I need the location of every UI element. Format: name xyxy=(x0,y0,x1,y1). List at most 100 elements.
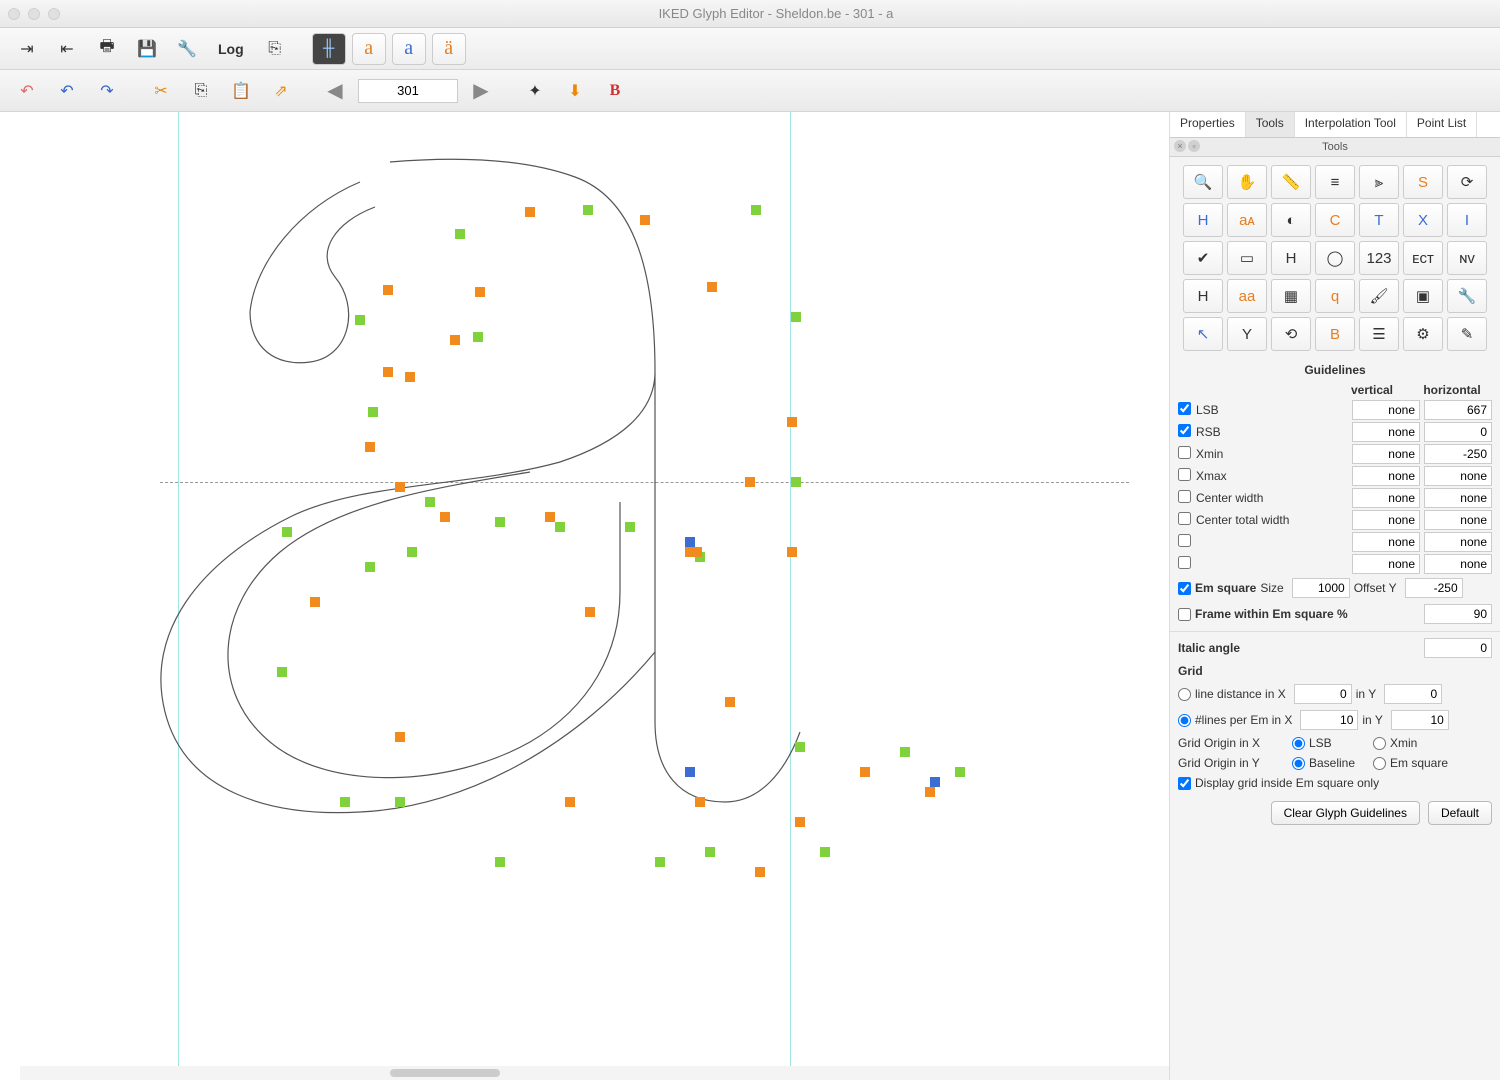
control-point[interactable] xyxy=(473,332,483,342)
zoom-icon[interactable] xyxy=(48,8,60,20)
tool-h-bold[interactable]: H xyxy=(1271,241,1311,275)
tool-h-red[interactable]: H xyxy=(1183,279,1223,313)
italic-angle-input[interactable] xyxy=(1424,638,1492,658)
clear-guidelines-button[interactable]: Clear Glyph Guidelines xyxy=(1271,801,1420,825)
control-point[interactable] xyxy=(745,477,755,487)
link-icon[interactable]: ⇗ xyxy=(264,75,298,107)
tab-properties[interactable]: Properties xyxy=(1170,112,1246,137)
tool-h-italic[interactable]: H xyxy=(1183,203,1223,237)
tool-refresh[interactable]: ⟲ xyxy=(1271,317,1311,351)
tool-frame[interactable]: ▣ xyxy=(1403,279,1443,313)
guideline-h-input[interactable] xyxy=(1424,400,1492,420)
tool-bars[interactable]: ☰ xyxy=(1359,317,1399,351)
grid-origin-y-em-radio[interactable] xyxy=(1373,757,1386,770)
save-icon[interactable]: 💾 xyxy=(130,33,164,65)
control-point[interactable] xyxy=(705,847,715,857)
control-point[interactable] xyxy=(310,597,320,607)
control-point[interactable] xyxy=(695,797,705,807)
control-point[interactable] xyxy=(725,697,735,707)
tool-rect[interactable]: ▭ xyxy=(1227,241,1267,275)
tool-c-shape[interactable]: C xyxy=(1315,203,1355,237)
export-icon[interactable]: ⇤ xyxy=(50,33,84,65)
settings-icon[interactable]: 🔧 xyxy=(170,33,204,65)
control-point[interactable] xyxy=(440,512,450,522)
control-point[interactable] xyxy=(565,797,575,807)
guideline-h-input[interactable] xyxy=(1424,488,1492,508)
control-point[interactable] xyxy=(475,287,485,297)
tab-interpolation[interactable]: Interpolation Tool xyxy=(1295,112,1407,137)
glyph-a-orange-icon[interactable]: a xyxy=(352,33,386,65)
undo-blue-icon[interactable]: ↶ xyxy=(50,75,84,107)
control-point[interactable] xyxy=(655,857,665,867)
tool-brush[interactable]: 🖌 xyxy=(1359,279,1399,313)
redo-blue-icon[interactable]: ↷ xyxy=(90,75,124,107)
control-point[interactable] xyxy=(787,417,797,427)
bold-b-icon[interactable]: B xyxy=(598,75,632,107)
guideline-h-input[interactable] xyxy=(1424,554,1492,574)
control-point[interactable] xyxy=(585,607,595,617)
tool-pencil[interactable]: ✎ xyxy=(1447,317,1487,351)
tab-tools[interactable]: Tools xyxy=(1246,112,1295,137)
control-point[interactable] xyxy=(340,797,350,807)
glyph-number-input[interactable] xyxy=(358,79,458,103)
apply-layer-icon[interactable]: ⬇ xyxy=(558,75,592,107)
control-point[interactable] xyxy=(625,522,635,532)
guideline-checkbox[interactable] xyxy=(1178,468,1191,481)
control-point[interactable] xyxy=(405,372,415,382)
control-point[interactable] xyxy=(395,732,405,742)
tool-gear[interactable]: ⚙ xyxy=(1403,317,1443,351)
grid-linesPerEm-y-input[interactable] xyxy=(1391,710,1449,730)
guideline-checkbox[interactable] xyxy=(1178,424,1191,437)
tool-hierarchy[interactable]: ⫸ xyxy=(1359,165,1399,199)
guideline-v-input[interactable] xyxy=(1352,488,1420,508)
guideline-v-input[interactable] xyxy=(1352,510,1420,530)
control-point[interactable] xyxy=(455,229,465,239)
control-point[interactable] xyxy=(383,285,393,295)
grid-linedist-x-input[interactable] xyxy=(1294,684,1352,704)
grid-linesPerEm-radio[interactable] xyxy=(1178,714,1191,727)
control-point[interactable] xyxy=(925,787,935,797)
new-layer-icon[interactable]: ✦ xyxy=(518,75,552,107)
tool-t-grid[interactable]: T xyxy=(1359,203,1399,237)
control-point[interactable] xyxy=(860,767,870,777)
control-point[interactable] xyxy=(787,547,797,557)
panel-detach-icon[interactable]: ▫ xyxy=(1188,140,1200,152)
grid-origin-x-xmin-radio[interactable] xyxy=(1373,737,1386,750)
glyph-a-diaeresis-icon[interactable]: ä xyxy=(432,33,466,65)
default-button[interactable]: Default xyxy=(1428,801,1492,825)
control-point[interactable] xyxy=(555,522,565,532)
add-glyph-icon[interactable]: ⎘ xyxy=(258,33,292,65)
control-point[interactable] xyxy=(525,207,535,217)
control-point[interactable] xyxy=(368,407,378,417)
tool-123[interactable]: 123 xyxy=(1359,241,1399,275)
guideline-checkbox[interactable] xyxy=(1178,556,1191,569)
guideline-v-input[interactable] xyxy=(1352,400,1420,420)
guideline-v-input[interactable] xyxy=(1352,466,1420,486)
tool-lines[interactable]: ≡ xyxy=(1315,165,1355,199)
tool-a-kern[interactable]: aᴀ xyxy=(1227,203,1267,237)
tool-wrench[interactable]: 🔧 xyxy=(1447,279,1487,313)
grid-linesPerEm-x-input[interactable] xyxy=(1300,710,1358,730)
tool-rotate[interactable]: ⟳ xyxy=(1447,165,1487,199)
tool-i-beam[interactable]: I xyxy=(1447,203,1487,237)
guideline-h-input[interactable] xyxy=(1424,422,1492,442)
control-point[interactable] xyxy=(425,497,435,507)
em-offset-input[interactable] xyxy=(1405,578,1463,598)
window-controls[interactable] xyxy=(8,8,60,20)
control-point[interactable] xyxy=(900,747,910,757)
control-point[interactable] xyxy=(383,367,393,377)
tool-qr[interactable]: ▦ xyxy=(1271,279,1311,313)
tool-o-ring[interactable]: ◯ xyxy=(1315,241,1355,275)
tool-q[interactable]: q xyxy=(1315,279,1355,313)
guideline-checkbox[interactable] xyxy=(1178,512,1191,525)
guideline-h-input[interactable] xyxy=(1424,444,1492,464)
cut-icon[interactable]: ✂ xyxy=(144,75,178,107)
control-point[interactable] xyxy=(820,847,830,857)
guideline-v-input[interactable] xyxy=(1352,554,1420,574)
guideline-h-input[interactable] xyxy=(1424,532,1492,552)
guideline-h-input[interactable] xyxy=(1424,466,1492,486)
guideline-checkbox[interactable] xyxy=(1178,446,1191,459)
panel-close-icon[interactable]: × xyxy=(1174,140,1186,152)
horizontal-scrollbar[interactable] xyxy=(20,1066,1169,1080)
copy-icon[interactable]: ⎘ xyxy=(184,75,218,107)
